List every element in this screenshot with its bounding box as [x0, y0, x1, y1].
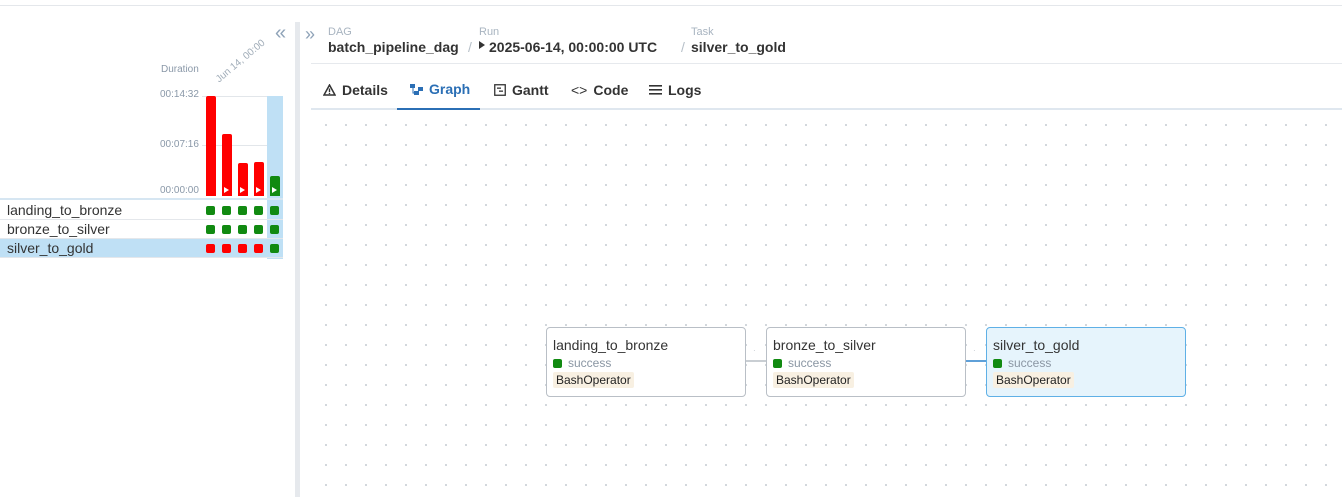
breadcrumb-run-value: 2025-06-14, 00:00:00 UTC — [479, 38, 657, 56]
task-instance-cell[interactable] — [254, 225, 263, 234]
breadcrumb-separator: / — [468, 39, 472, 55]
y-tick: 00:00:00 — [160, 185, 199, 196]
graph-node[interactable]: landing_to_bronze success BashOperator — [546, 327, 746, 397]
node-status: success — [553, 356, 611, 370]
node-operator: BashOperator — [553, 372, 634, 388]
status-square-icon — [993, 358, 1002, 368]
task-instance-cell[interactable] — [222, 225, 231, 234]
graph-node[interactable]: bronze_to_silver success BashOperator — [766, 327, 966, 397]
node-title: landing_to_bronze — [553, 337, 669, 353]
tab-details-label: Details — [342, 81, 388, 98]
graph-icon — [410, 84, 423, 95]
task-instance-cell[interactable] — [270, 206, 279, 215]
breadcrumb-dag-kicker: DAG — [328, 26, 352, 38]
play-icon — [272, 187, 277, 193]
task-instance-cell[interactable] — [254, 244, 263, 253]
run-duration-bar[interactable] — [222, 134, 232, 196]
breadcrumb-task[interactable]: Task silver_to_gold — [691, 26, 786, 56]
breadcrumb-task-kicker: Task — [691, 26, 714, 38]
run-date-label: Jun 14, 00:00 — [213, 37, 268, 85]
tab-logs-label: Logs — [668, 81, 702, 98]
task-instance-cell[interactable] — [206, 244, 215, 253]
node-status: success — [773, 356, 831, 370]
run-date: 2025-06-14, 00:00:00 UTC — [489, 39, 658, 55]
status-square-icon — [553, 358, 562, 368]
edge-marker: · — [753, 346, 756, 355]
grid-divider — [0, 198, 283, 200]
breadcrumb-task-value: silver_to_gold — [691, 39, 786, 55]
tab-details[interactable]: Details — [323, 70, 388, 109]
graph-edge — [745, 360, 767, 362]
breadcrumb-run[interactable]: Run 2025-06-14, 00:00:00 UTC — [479, 26, 657, 56]
graph-node-selected[interactable]: silver_to_gold success BashOperator — [986, 327, 1186, 397]
node-status: success — [993, 356, 1051, 370]
graph-canvas[interactable] — [311, 110, 1342, 497]
run-duration-bar[interactable] — [254, 162, 264, 196]
node-status-text: success — [1008, 356, 1052, 370]
task-instance-cell[interactable] — [206, 225, 215, 234]
play-icon — [224, 187, 229, 193]
task-name: silver_to_gold — [7, 240, 94, 256]
task-instance-cell[interactable] — [206, 206, 215, 215]
breadcrumb-run-kicker: Run — [479, 26, 500, 38]
task-instance-cell[interactable] — [270, 225, 279, 234]
task-name: landing_to_bronze — [7, 202, 123, 218]
node-status-text: success — [788, 356, 832, 370]
breadcrumb-dag-value: batch_pipeline_dag — [328, 39, 459, 55]
tab-code[interactable]: <> Code — [571, 70, 628, 109]
node-title: silver_to_gold — [993, 337, 1080, 353]
panel-resize-handle[interactable] — [295, 22, 300, 497]
double-chevron-right-icon[interactable]: » — [305, 24, 315, 45]
run-duration-bar[interactable] — [270, 176, 280, 196]
task-instance-cell[interactable] — [238, 206, 247, 215]
run-duration-bar[interactable] — [238, 163, 248, 196]
graph-edge — [965, 360, 987, 362]
task-instance-cell[interactable] — [270, 244, 279, 253]
node-status-text: success — [568, 356, 612, 370]
breadcrumb-divider — [311, 63, 1342, 64]
tab-graph-label: Graph — [429, 81, 471, 97]
task-instance-cell[interactable] — [238, 225, 247, 234]
duration-label: Duration — [161, 64, 199, 75]
y-tick: 00:07:16 — [160, 139, 199, 150]
node-operator: BashOperator — [773, 372, 854, 388]
status-square-icon — [773, 358, 782, 368]
edge-marker: · — [973, 346, 976, 355]
tab-gantt-label: Gantt — [512, 81, 549, 98]
code-icon: <> — [571, 81, 588, 98]
node-operator: BashOperator — [993, 372, 1074, 388]
double-chevron-left-icon[interactable]: « — [275, 22, 286, 44]
task-row[interactable]: silver_to_gold — [0, 239, 283, 258]
breadcrumb-dag[interactable]: DAG batch_pipeline_dag — [328, 26, 459, 56]
task-instance-cell[interactable] — [222, 244, 231, 253]
tab-logs[interactable]: Logs — [649, 70, 701, 109]
gantt-icon — [494, 83, 506, 96]
tab-gantt[interactable]: Gantt — [494, 70, 549, 109]
task-instance-cell[interactable] — [238, 244, 247, 253]
tab-bar: Details Graph Gantt <> Code Logs — [311, 70, 1342, 110]
node-title: bronze_to_silver — [773, 337, 876, 353]
task-row[interactable]: bronze_to_silver — [0, 220, 283, 239]
run-duration-bar[interactable] — [206, 96, 216, 196]
task-row[interactable]: landing_to_bronze — [0, 201, 283, 220]
task-instance-cell[interactable] — [222, 206, 231, 215]
play-icon — [256, 187, 261, 193]
task-instance-cell[interactable] — [254, 206, 263, 215]
grid-panel: « Duration Jun 14, 00:00 00:14:32 00:07:… — [0, 0, 295, 497]
list-icon — [649, 84, 662, 95]
tab-graph[interactable]: Graph — [397, 70, 484, 110]
play-icon — [479, 41, 485, 50]
play-icon — [240, 187, 245, 193]
tab-code-label: Code — [593, 81, 629, 98]
warning-triangle-icon — [323, 83, 336, 96]
task-name: bronze_to_silver — [7, 221, 110, 237]
y-tick: 00:14:32 — [160, 89, 199, 100]
breadcrumb-separator: / — [681, 39, 685, 55]
